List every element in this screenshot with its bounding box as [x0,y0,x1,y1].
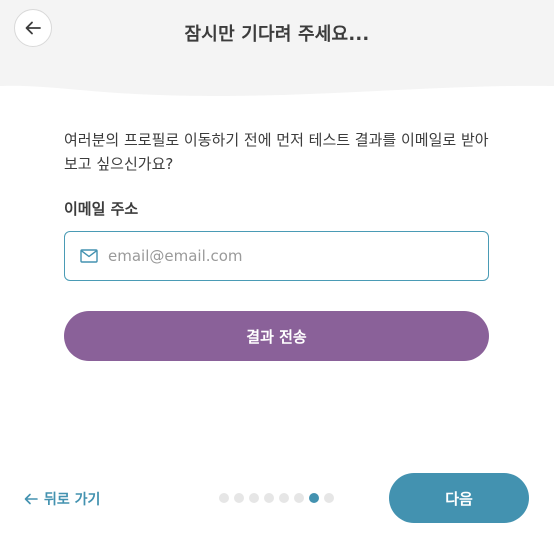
header: 잠시만 기다려 주세요... [0,0,554,100]
email-field[interactable] [64,231,489,281]
progress-dot [279,493,289,503]
progress-dots [219,493,339,503]
modal-card: 잠시만 기다려 주세요... 여러분의 프로필로 이동하기 전에 먼저 테스트 … [0,0,554,541]
email-label: 이메일 주소 [64,200,139,218]
progress-dot [234,493,244,503]
progress-dot [249,493,259,503]
email-input[interactable] [108,247,478,265]
arrow-left-icon [24,493,38,505]
progress-dot-active [309,493,319,503]
send-results-button[interactable]: 결과 전송 [64,311,489,361]
next-button[interactable]: 다음 [389,473,529,523]
progress-dot [219,493,229,503]
progress-dot [324,493,334,503]
header-background [0,0,554,96]
progress-dot [294,493,304,503]
back-link[interactable]: 뒤로 가기 [24,489,100,509]
prompt-text: 여러분의 프로필로 이동하기 전에 먼저 테스트 결과를 이메일로 받아 보고 … [64,131,489,173]
back-link-label: 뒤로 가기 [44,492,101,508]
envelope-icon [80,249,98,263]
page-title: 잠시만 기다려 주세요... [184,24,370,45]
progress-dot [264,493,274,503]
